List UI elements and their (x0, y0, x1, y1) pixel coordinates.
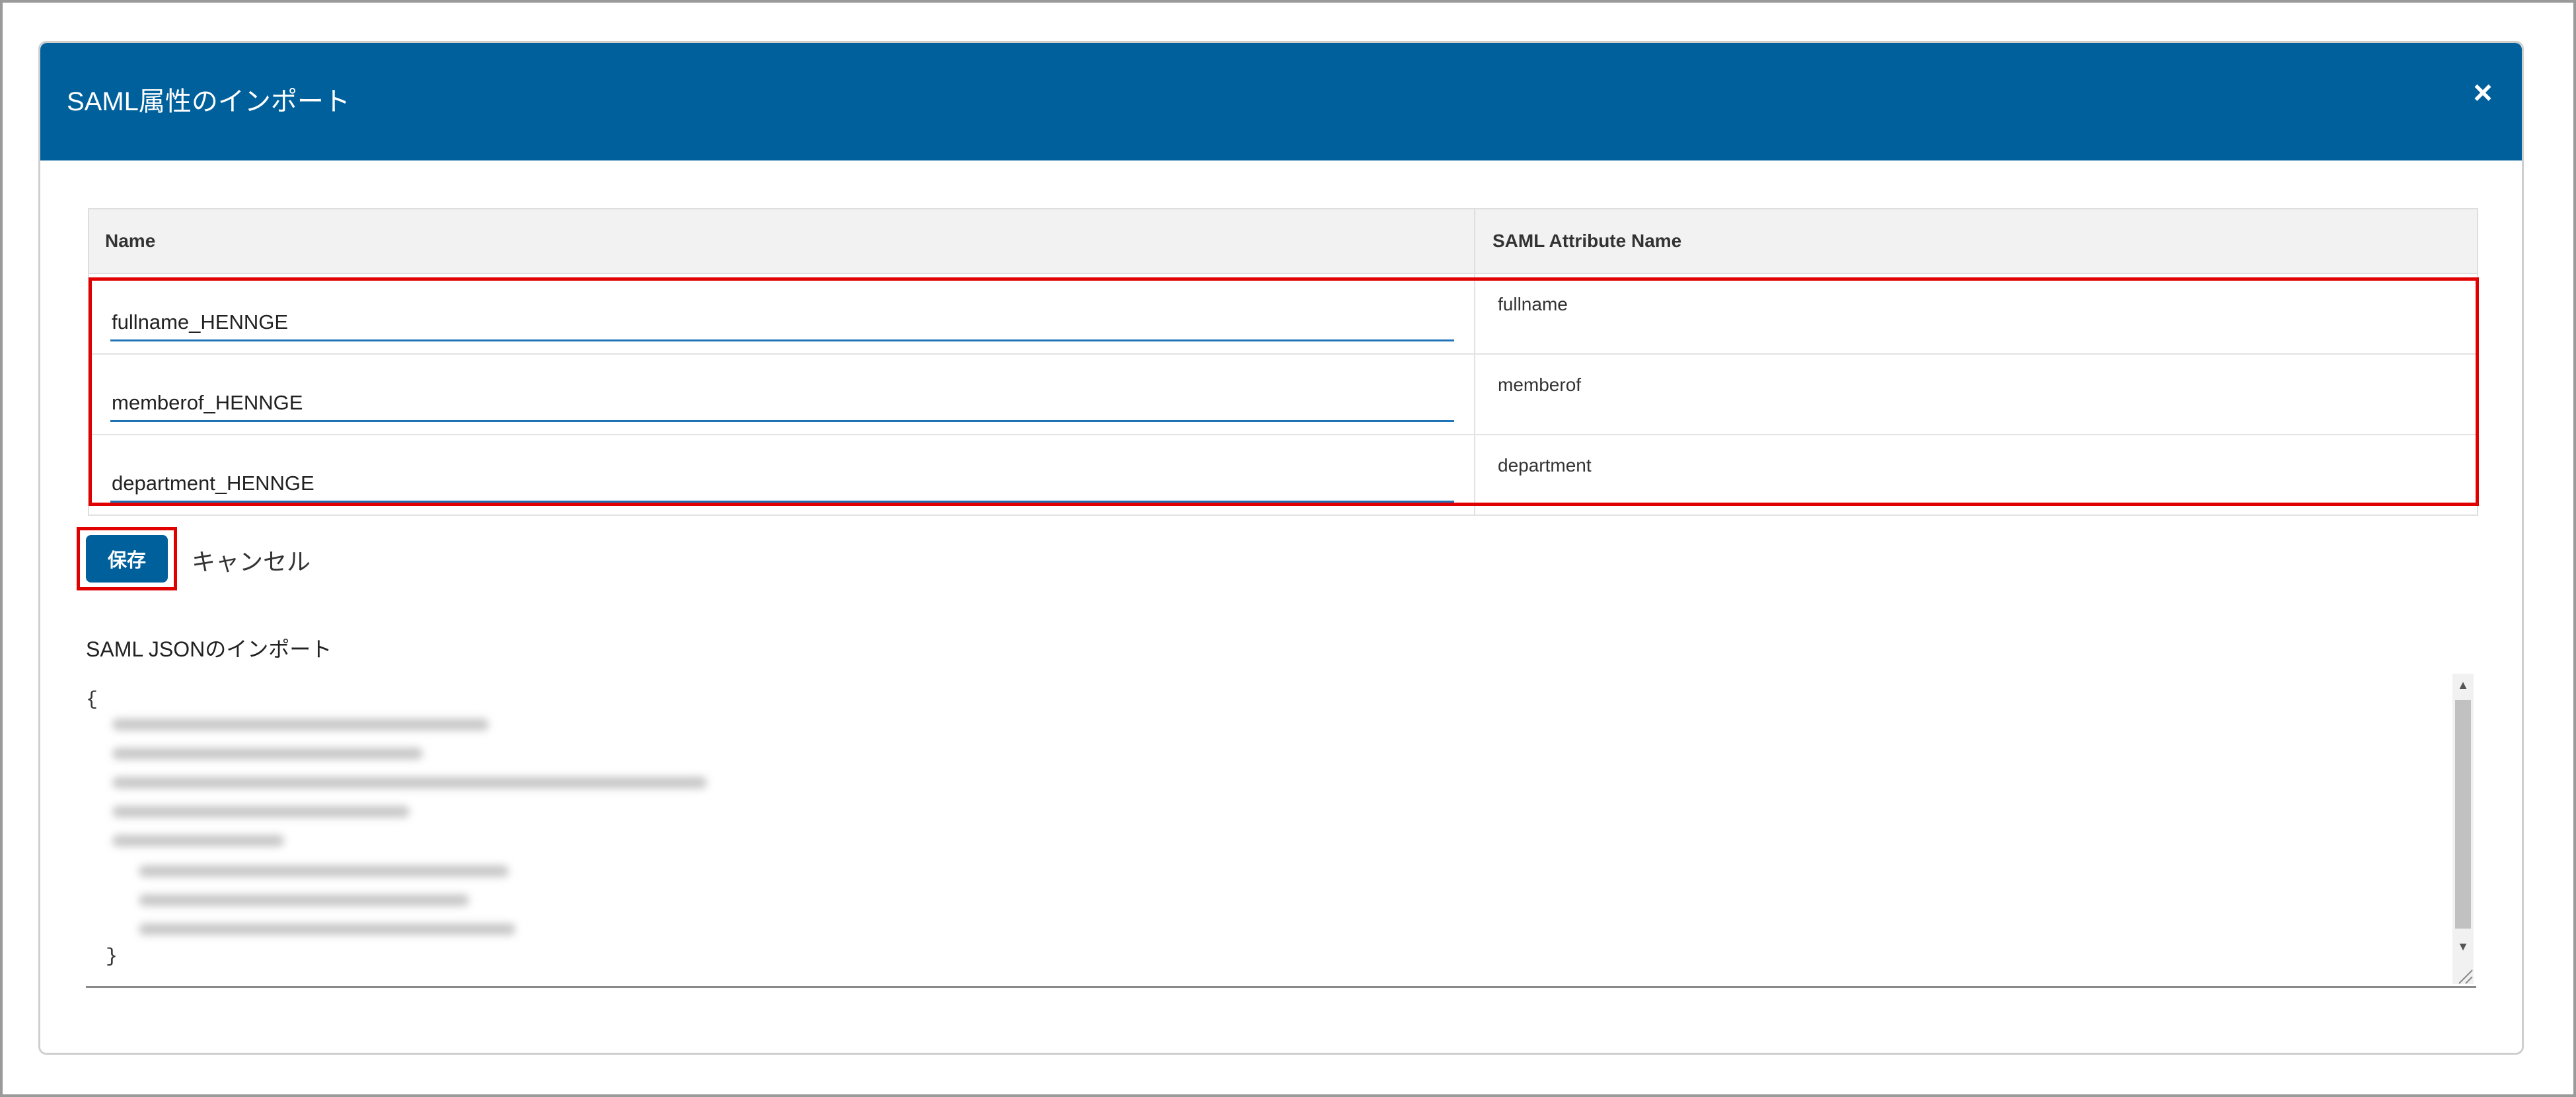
json-scrollbar[interactable]: ▲ ▼ (2452, 674, 2474, 984)
json-close-brace: } (106, 946, 118, 968)
scroll-down-arrow-icon[interactable]: ▼ (2452, 935, 2474, 958)
saml-attribute-fullname: fullname (1498, 294, 1568, 314)
saml-attribute-memberof: memberof (1498, 374, 1582, 395)
cancel-button[interactable]: キャンセル (192, 543, 311, 577)
resize-handle-icon[interactable] (2452, 964, 2474, 985)
scroll-up-arrow-icon[interactable]: ▲ (2452, 674, 2474, 696)
redacted-line (112, 748, 423, 760)
name-input-fullname[interactable] (110, 294, 1454, 341)
scroll-thumb[interactable] (2455, 700, 2471, 929)
save-button[interactable]: 保存 (86, 535, 168, 583)
close-icon[interactable]: × (2466, 76, 2499, 109)
column-header-name: Name (105, 230, 156, 251)
column-divider (1474, 435, 1475, 514)
name-input-memberof[interactable] (110, 374, 1454, 422)
json-open-brace: { (86, 689, 98, 711)
saml-attribute-department: department (1498, 455, 1592, 476)
attribute-table: Name SAML Attribute Name fullname member… (88, 208, 2478, 516)
table-row: department (89, 435, 2477, 516)
redacted-line (139, 923, 515, 935)
column-divider (1474, 209, 1475, 273)
dialog-header: SAML属性のインポート × (40, 43, 2522, 160)
redacted-line (112, 835, 284, 847)
redacted-line (139, 894, 469, 906)
column-header-saml-attribute-name: SAML Attribute Name (1492, 230, 1682, 251)
column-divider (1474, 274, 1475, 353)
redacted-line (112, 806, 410, 818)
column-divider (1474, 355, 1475, 434)
redacted-line (112, 777, 707, 789)
redacted-line (112, 719, 489, 730)
table-header: Name SAML Attribute Name (88, 208, 2478, 274)
table-body: fullname memberof department (88, 274, 2478, 516)
json-import-label: SAML JSONのインポート (86, 637, 332, 661)
table-row: memberof (89, 355, 2477, 435)
redacted-line (139, 865, 509, 877)
name-input-department[interactable] (110, 455, 1454, 503)
json-import-textarea[interactable]: { } ▲ ▼ (86, 674, 2476, 988)
table-row: fullname (89, 274, 2477, 355)
dialog-title: SAML属性のインポート (67, 87, 350, 116)
